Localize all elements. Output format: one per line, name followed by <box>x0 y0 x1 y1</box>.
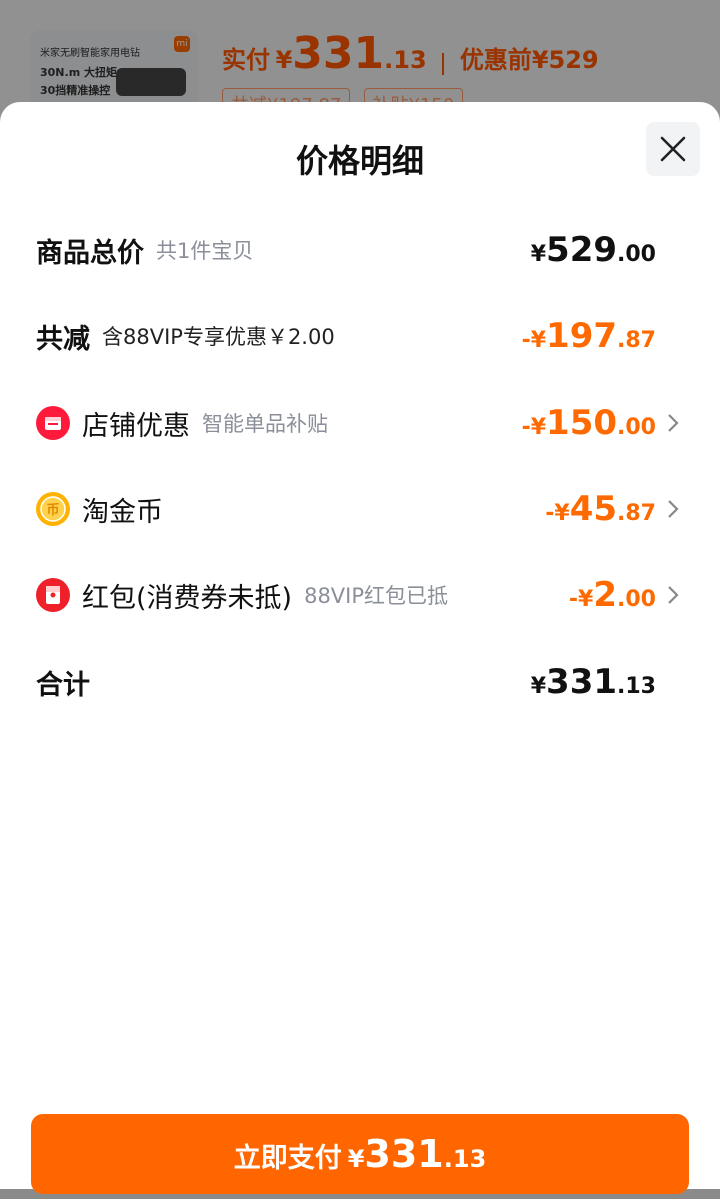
coin-icon: 币 <box>36 492 70 526</box>
pay-label: 立即支付 <box>233 1143 342 1174</box>
close-button[interactable] <box>646 122 700 176</box>
price-int: 331 <box>292 28 385 79</box>
row-amount: ¥529.00 <box>530 230 656 270</box>
price-label: 实付 <box>222 46 270 74</box>
row-amount: - ¥150.00 <box>521 403 656 443</box>
row-taojin-coin[interactable]: 币 淘金币 - ¥45.87 <box>0 479 720 539</box>
mi-logo-icon: mi <box>174 36 190 52</box>
thumb-line: 米家无刷智能家用电钻 <box>40 48 140 59</box>
row-total-discount: 共减 含88VIP专享优惠￥2.00 - ¥197.87 <box>0 306 720 366</box>
pay-int: 331 <box>364 1132 444 1176</box>
row-product-total: 商品总价 共1件宝贝 ¥529.00 <box>0 220 720 280</box>
before-label: 优惠前 <box>459 46 532 74</box>
store-icon <box>36 406 70 440</box>
row-label: 共减 <box>36 323 90 355</box>
before-price: ¥529 <box>531 46 599 74</box>
row-sub: 智能单品补贴 <box>202 412 328 436</box>
row-label: 红包(消费券未抵) <box>82 582 293 614</box>
row-sub: 含88VIP专享优惠￥2.00 <box>102 325 335 349</box>
row-label: 淘金币 <box>82 496 163 528</box>
thumb-line: 30N.m 大扭矩 <box>40 66 117 79</box>
row-amount: - ¥2.00 <box>568 575 656 615</box>
pay-now-button[interactable]: 立即支付 ¥331.13 <box>31 1114 689 1194</box>
price-detail-sheet: 价格明细 商品总价 共1件宝贝 ¥529.00 共减 含88VIP专享优惠￥2.… <box>0 102 720 1194</box>
row-label: 合计 <box>36 669 90 701</box>
drill-image <box>116 68 186 96</box>
row-store-discount[interactable]: 店铺优惠 智能单品补贴 - ¥150.00 <box>0 393 720 453</box>
thumb-line: 30挡精准操控 <box>40 84 111 97</box>
background-price: 实付 ¥331.13 优惠前¥529 <box>222 28 599 79</box>
red-packet-icon <box>36 578 70 612</box>
row-red-packet[interactable]: 红包(消费券未抵) 88VIP红包已抵 - ¥2.00 <box>0 565 720 625</box>
chevron-right-icon <box>668 500 679 518</box>
sheet-title: 价格明细 <box>295 142 424 180</box>
svg-text:币: 币 <box>46 503 59 518</box>
chevron-right-icon <box>668 414 679 432</box>
price-yen: ¥ <box>275 46 293 74</box>
row-label: 店铺优惠 <box>82 410 190 442</box>
row-sub: 88VIP红包已抵 <box>304 584 449 608</box>
divider <box>442 52 445 75</box>
close-icon <box>660 136 686 162</box>
pay-yen: ¥ <box>347 1145 365 1173</box>
chevron-right-icon <box>668 586 679 604</box>
row-amount: - ¥45.87 <box>545 489 656 529</box>
row-amount: - ¥197.87 <box>521 316 656 356</box>
row-grand-total: 合计 ¥331.13 <box>0 652 720 712</box>
pay-dec: .13 <box>443 1145 487 1173</box>
price-dec: .13 <box>384 46 427 74</box>
row-sub: 共1件宝贝 <box>156 239 254 263</box>
row-label: 商品总价 <box>36 237 144 269</box>
row-amount: ¥331.13 <box>530 662 656 702</box>
